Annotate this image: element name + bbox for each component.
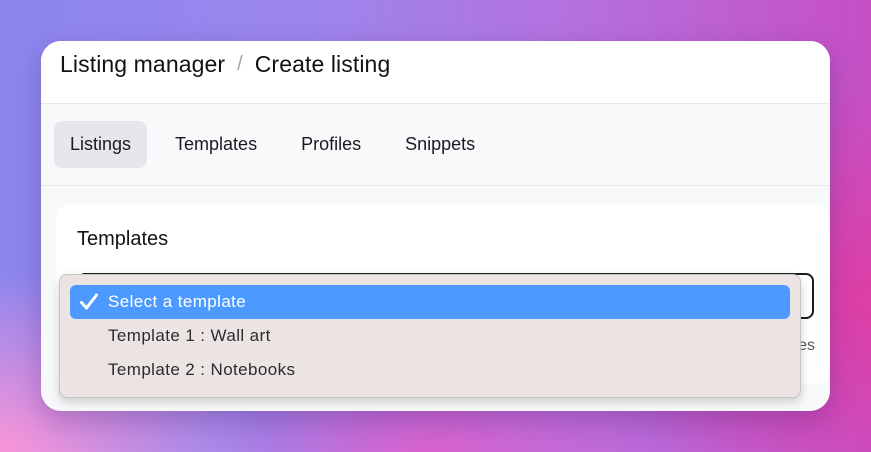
tab-profiles[interactable]: Profiles <box>285 121 377 168</box>
tab-snippets[interactable]: Snippets <box>389 121 491 168</box>
template-option-select[interactable]: Select a template <box>70 285 790 319</box>
breadcrumb: Listing manager / Create listing <box>41 41 830 104</box>
template-option-label: Template 1 : Wall art <box>108 326 271 345</box>
breadcrumb-separator: / <box>237 52 243 75</box>
breadcrumb-root[interactable]: Listing manager <box>60 51 225 78</box>
templates-card-title: Templates <box>77 228 169 250</box>
template-option-label: Select a template <box>108 292 247 311</box>
template-option-notebooks[interactable]: Template 2 : Notebooks <box>70 353 790 387</box>
template-option-wall-art[interactable]: Template 1 : Wall art <box>70 319 790 353</box>
tab-templates[interactable]: Templates <box>159 121 273 168</box>
tab-bar: Listings Templates Profiles Snippets <box>41 104 830 186</box>
page-title: Create listing <box>254 50 391 77</box>
template-option-label: Template 2 : Notebooks <box>108 360 296 379</box>
tab-listings[interactable]: Listings <box>54 121 148 168</box>
check-icon <box>80 293 98 310</box>
template-dropdown-menu: Select a template Template 1 : Wall art … <box>59 274 801 398</box>
